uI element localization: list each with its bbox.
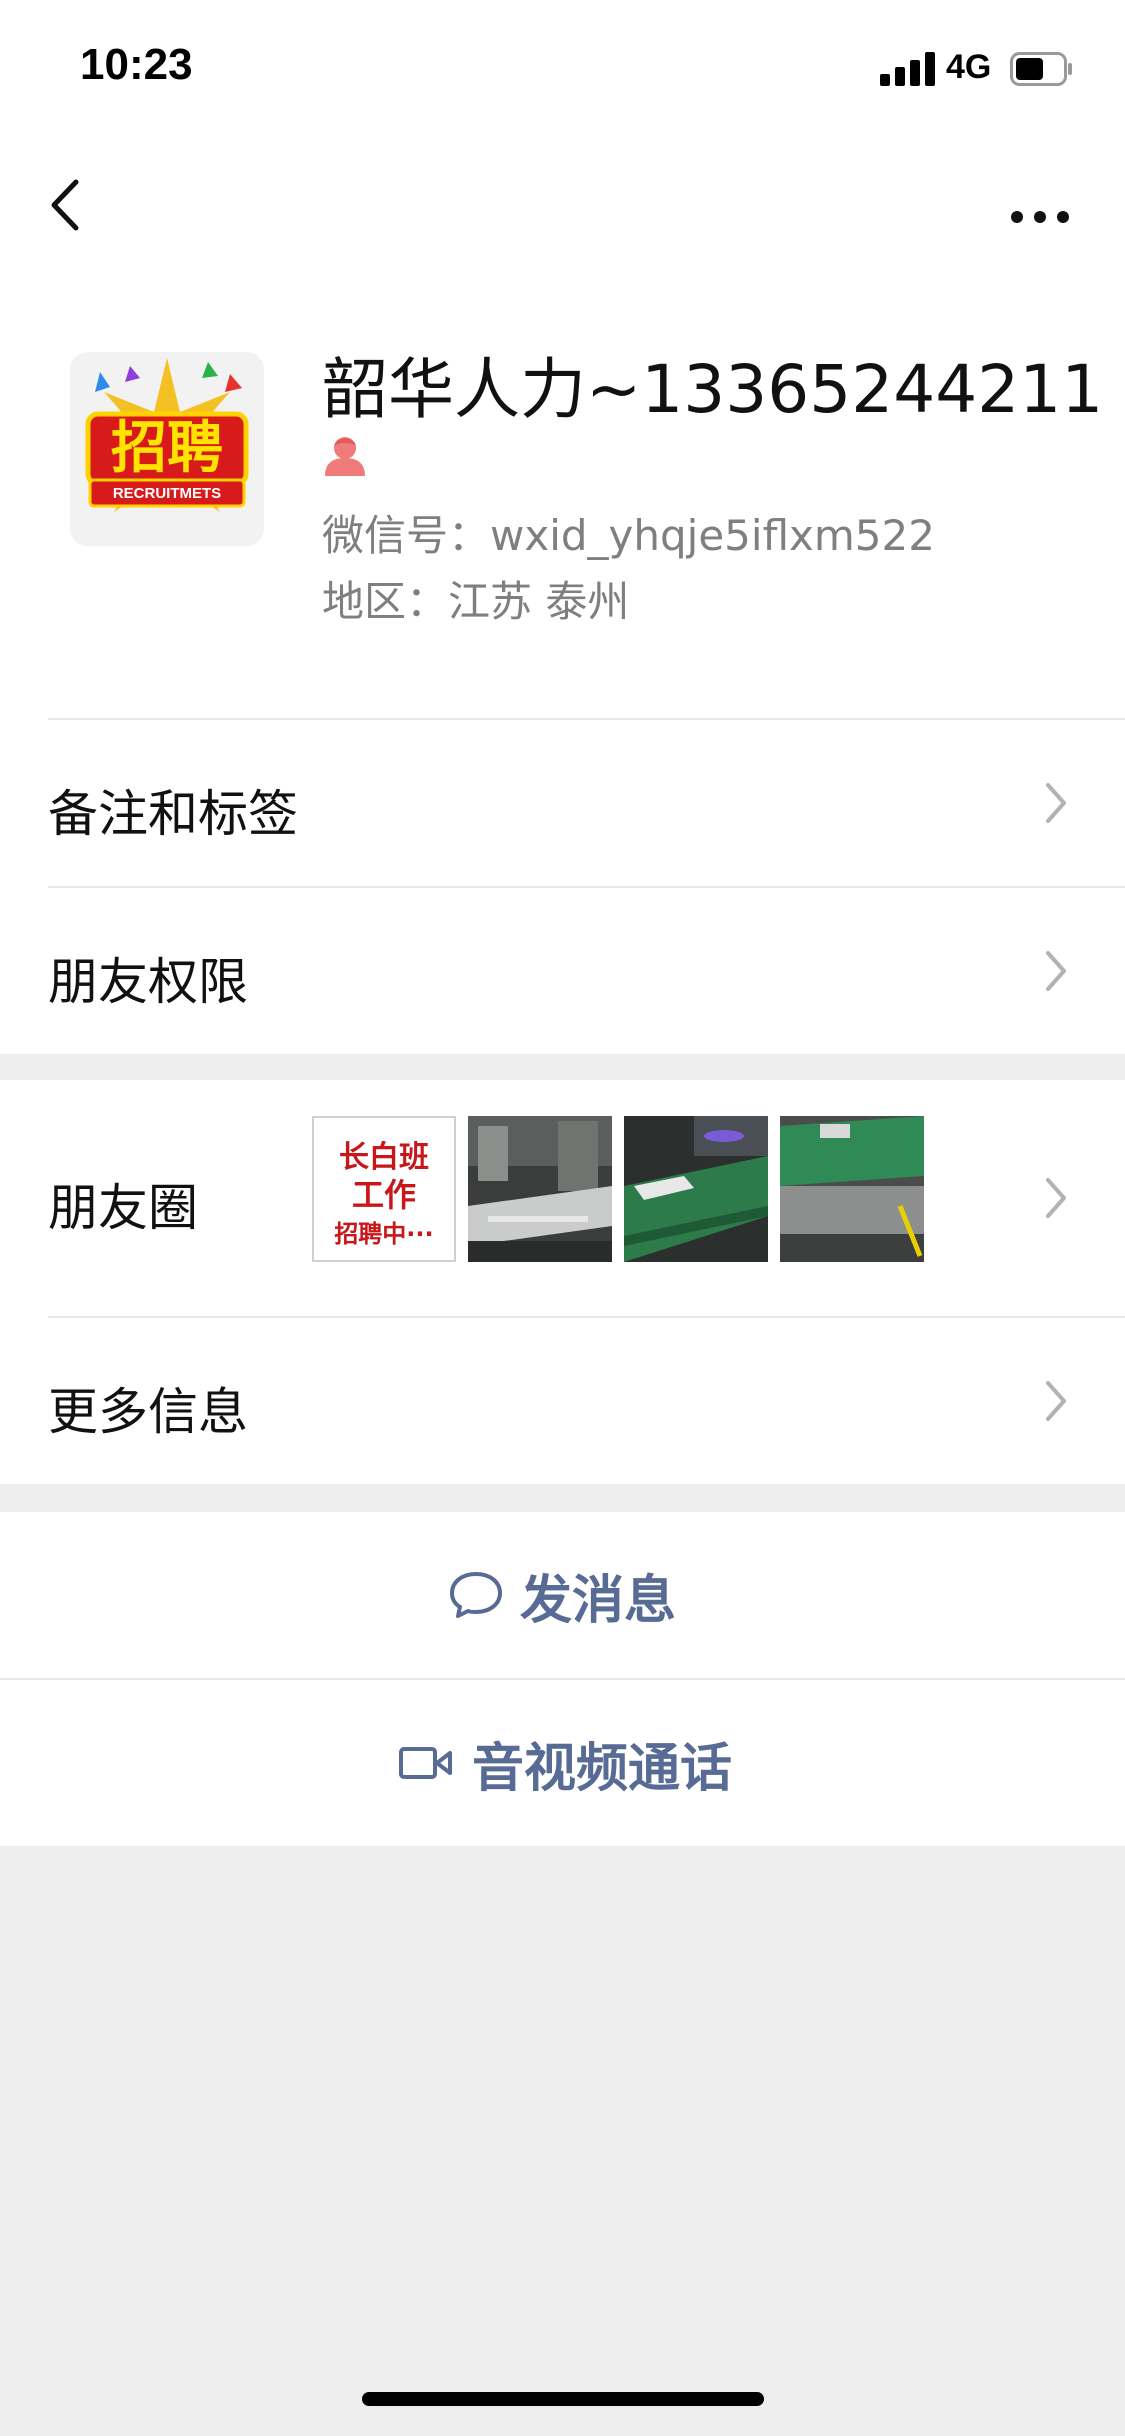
- settings-section: 备注和标签 朋友权限: [0, 720, 1125, 1054]
- moments-thumbnail: [780, 1116, 924, 1262]
- region: 地区：江苏 泰州: [322, 577, 630, 626]
- video-call-label: 音视频通话: [472, 1738, 733, 1799]
- avatar-title: 招聘: [111, 416, 223, 481]
- permissions-label: 朋友权限: [48, 953, 248, 1011]
- video-camera-icon: [399, 1747, 452, 1779]
- more-button[interactable]: [1000, 160, 1090, 250]
- profile-name: 韶华人力~13365244211: [322, 351, 1104, 428]
- more-info-row[interactable]: 更多信息: [0, 1318, 1125, 1484]
- signal-icon: [880, 52, 936, 86]
- chevron-right-icon: [1046, 1178, 1066, 1218]
- thumbnail-text-line: 工作: [351, 1176, 416, 1214]
- video-call-button[interactable]: 音视频通话: [0, 1680, 1125, 1846]
- battery-icon: [1010, 52, 1074, 86]
- moments-label: 朋友圈: [48, 1179, 198, 1237]
- network-type: 4G: [946, 48, 992, 86]
- moments-thumbnail: [468, 1116, 612, 1262]
- send-message-button[interactable]: 发消息: [0, 1512, 1125, 1678]
- more-info-label: 更多信息: [48, 1383, 248, 1441]
- chevron-left-icon: [51, 179, 79, 231]
- permissions-row[interactable]: 朋友权限: [0, 888, 1125, 1054]
- status-time: 10:23: [80, 40, 193, 89]
- chevron-right-icon: [1046, 951, 1066, 991]
- moments-thumbnail: 长白班 工作 招聘中···: [312, 1116, 456, 1262]
- home-indicator[interactable]: [362, 2392, 764, 2406]
- more-dots-icon: [1011, 211, 1069, 223]
- status-bar: 10:23 4G: [0, 0, 1125, 140]
- profile-header: 招聘 RECRUITMETS 韶华人力~13365244211 微信号：wxid…: [0, 270, 1125, 720]
- chat-bubble-icon: [450, 1572, 502, 1618]
- female-icon: [322, 432, 368, 478]
- moments-section: 朋友圈 长白班 工作 招聘中··· 更多信息: [0, 1080, 1125, 1484]
- avatar[interactable]: 招聘 RECRUITMETS: [70, 352, 264, 546]
- chevron-right-icon: [1046, 1381, 1066, 1421]
- wechat-id: 微信号：wxid_yhqje5iflxm522: [322, 511, 935, 560]
- thumbnail-text-line: 招聘中···: [334, 1220, 434, 1248]
- nav-bar: [0, 140, 1125, 270]
- moments-thumbnail: [624, 1116, 768, 1262]
- chevron-right-icon: [1046, 783, 1066, 823]
- remarks-row[interactable]: 备注和标签: [0, 720, 1125, 886]
- moments-row[interactable]: 朋友圈 长白班 工作 招聘中···: [0, 1080, 1125, 1316]
- avatar-subtitle: RECRUITMETS: [112, 485, 222, 502]
- back-button[interactable]: [40, 160, 120, 250]
- send-message-label: 发消息: [520, 1570, 677, 1631]
- remarks-label: 备注和标签: [48, 785, 298, 843]
